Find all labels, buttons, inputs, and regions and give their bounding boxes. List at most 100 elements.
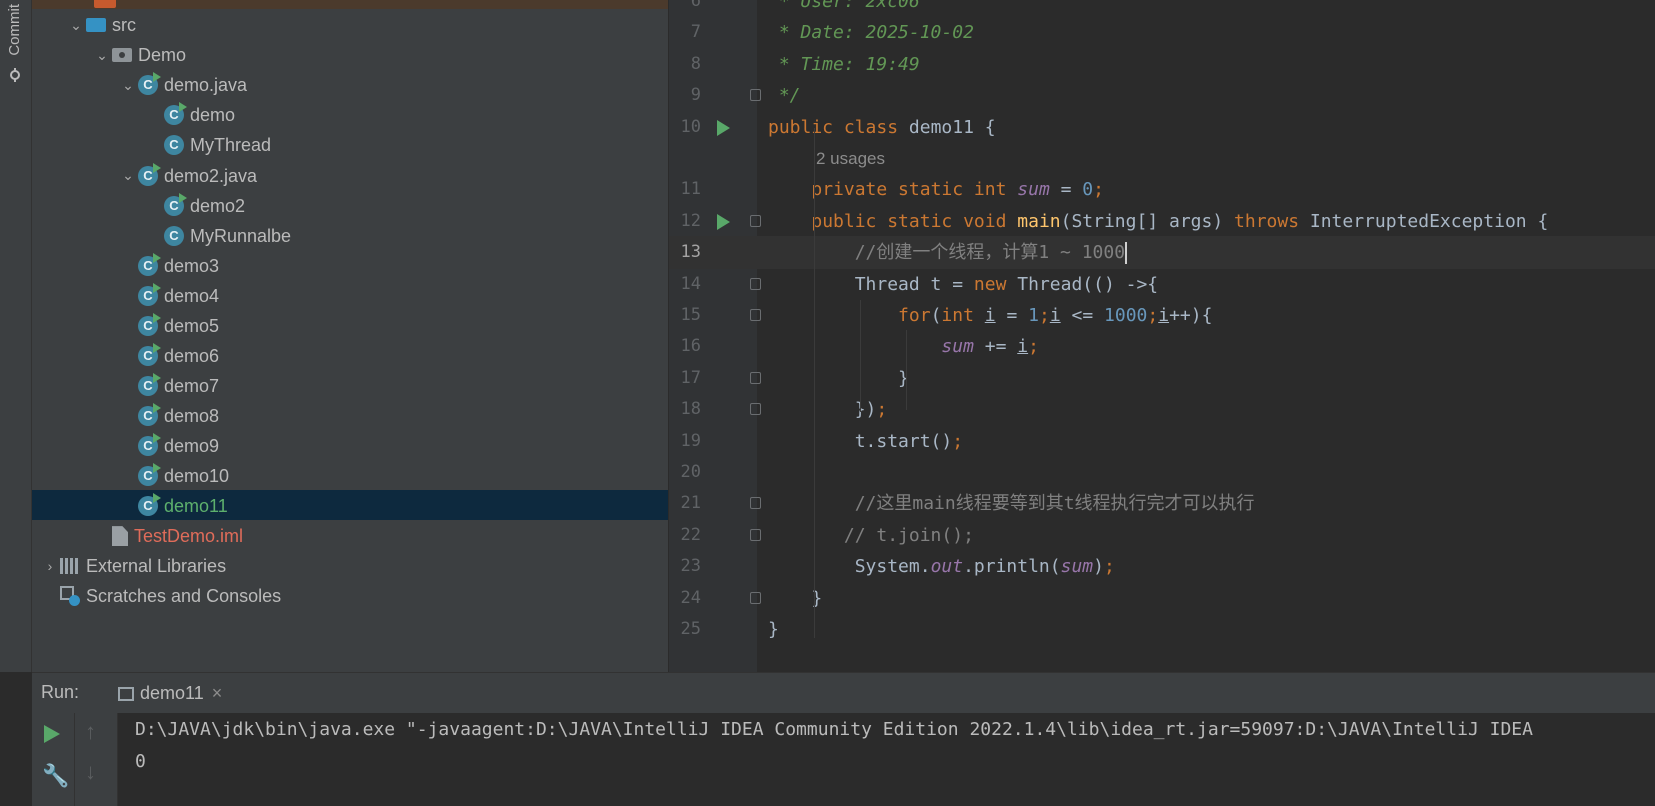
line-number: 25 — [680, 619, 701, 639]
code-line[interactable]: 24 } — [669, 582, 1655, 615]
tree-item-external-libraries[interactable]: › External Libraries — [32, 550, 668, 580]
code-line[interactable]: 20 — [669, 456, 1655, 489]
usages-hint[interactable]: 2 usages — [816, 142, 885, 175]
run-tab-demo11[interactable]: demo11 × — [108, 673, 232, 713]
chevron-down-icon[interactable]: ⌄ — [118, 70, 138, 100]
code-text: * User: 2xc06 — [768, 0, 920, 12]
line-number: 10 — [680, 116, 701, 137]
line-number: 11 — [680, 179, 701, 200]
fold-marker-icon[interactable] — [750, 528, 761, 541]
run-gutter-icon[interactable] — [717, 213, 730, 230]
code-line[interactable]: 13 //创建一个线程，计算1 ~ 1000 — [669, 236, 1655, 270]
tree-item-demo-java[interactable]: ⌄ Cdemo.java — [32, 69, 668, 99]
fold-marker-icon[interactable] — [750, 89, 761, 102]
tree-item-label: External Libraries — [86, 556, 227, 577]
tree-item-label: src — [112, 15, 136, 36]
chevron-down-icon[interactable]: ⌄ — [92, 40, 112, 70]
fold-marker-icon[interactable] — [750, 277, 761, 290]
fold-marker-icon[interactable] — [750, 214, 761, 227]
console-icon — [118, 687, 134, 702]
run-panel-header: Run: demo11 × — [32, 672, 1655, 714]
class-icon: C — [164, 225, 184, 246]
code-line[interactable]: 17 } — [669, 362, 1655, 395]
commit-tool-tab[interactable]: Commit — [6, 4, 23, 56]
code-text: * Time: 19:49 — [768, 53, 920, 75]
code-text: public class demo11 { — [768, 116, 996, 138]
fold-marker-icon[interactable] — [750, 309, 761, 321]
tree-item-demo[interactable]: Cdemo — [32, 99, 668, 129]
code-line[interactable]: 14 Thread t = new Thread(() ->{ — [669, 268, 1655, 301]
tree-item-label: demo8 — [164, 405, 220, 426]
line-number: 14 — [680, 273, 701, 294]
rerun-icon[interactable] — [44, 725, 60, 743]
tree-item-demo[interactable]: ⌄ Demo — [32, 39, 668, 69]
arrow-down-icon[interactable]: ↓ — [85, 759, 96, 785]
fold-marker-icon[interactable] — [750, 403, 761, 416]
code-editor[interactable]: 6 * User: 2xc06 7 * Date: 2025-10-02 8 * T… — [669, 0, 1655, 672]
run-toolbar-secondary: ↑ ↓ — [75, 713, 118, 806]
tree-item-myrunnalbe[interactable]: C MyRunnalbe — [32, 219, 668, 249]
code-text: Thread t = new Thread(() ->{ — [768, 273, 1159, 295]
code-line[interactable]: 11 private static int sum = 0; — [669, 173, 1655, 206]
code-line[interactable]: 12 public static void main(String[] args… — [669, 205, 1655, 238]
tree-item-label: demo5 — [164, 315, 220, 336]
usages-hint-row[interactable]: 2 usages — [669, 142, 1655, 175]
run-gutter-icon[interactable] — [717, 119, 730, 136]
code-line[interactable]: 16 sum += i; — [669, 330, 1655, 363]
fold-marker-icon[interactable] — [750, 497, 761, 510]
arrow-up-icon[interactable]: ↑ — [85, 719, 96, 745]
code-text: * Date: 2025-10-02 — [768, 22, 974, 44]
commit-icon — [10, 68, 20, 82]
tree-item-demo6[interactable]: Cdemo6 — [32, 340, 668, 370]
tree-item-label: demo7 — [164, 375, 220, 396]
code-line[interactable]: 18 }); — [669, 393, 1655, 426]
tree-item-mythread[interactable]: C MyThread — [32, 129, 668, 159]
run-console: 🔧 ↑ ↓ D:\JAVA\jdk\bin\java.exe "-javaage… — [32, 713, 1655, 806]
tree-item-src[interactable]: ⌄ src — [32, 9, 668, 39]
tree-item-demo4[interactable]: Cdemo4 — [32, 279, 668, 309]
runnable-class-icon: C — [138, 312, 161, 336]
fold-marker-icon[interactable] — [750, 371, 761, 384]
fold-marker-icon[interactable] — [750, 591, 761, 604]
code-line[interactable]: 23 System.out.println(sum); — [669, 550, 1655, 583]
close-icon[interactable]: × — [212, 683, 223, 703]
tree-item-label: demo — [190, 105, 236, 126]
chevron-down-icon[interactable]: ⌄ — [66, 10, 86, 40]
code-line[interactable]: 7 * Date: 2025-10-02 — [669, 16, 1655, 49]
tree-item-demo3[interactable]: Cdemo3 — [32, 249, 668, 279]
run-toolbar-primary: 🔧 — [32, 713, 75, 806]
code-line[interactable]: 6 * User: 2xc06 — [669, 0, 1655, 18]
code-line[interactable]: 21 //这里main线程要等到其t线程执行完才可以执行 — [669, 487, 1655, 520]
libraries-icon — [60, 558, 80, 575]
tree-item-demo2[interactable]: Cdemo2 — [32, 189, 668, 219]
chevron-right-icon[interactable]: › — [40, 551, 60, 581]
run-label: Run: — [41, 682, 80, 702]
chevron-down-icon[interactable]: ⌄ — [118, 160, 138, 190]
code-line[interactable]: 9 */ — [669, 79, 1655, 112]
tree-item-label: TestDemo.iml — [134, 526, 244, 547]
code-line[interactable]: 19 t.start(); — [669, 425, 1655, 458]
code-line[interactable]: 8 * Time: 19:49 — [669, 48, 1655, 81]
project-tree-panel: ⌄ src ⌄ Demo ⌄ Cdemo.java Cdemo C MyThread ⌄ Cdemo… — [32, 0, 668, 672]
code-line[interactable]: 15 for(int i = 1;i <= 1000;i++){ — [669, 299, 1655, 332]
tree-item-scratches-and-consoles[interactable]: Scratches and Consoles — [32, 580, 668, 610]
runnable-class-icon: C — [138, 252, 161, 276]
line-number: 13 — [680, 242, 701, 263]
tree-item-demo5[interactable]: Cdemo5 — [32, 310, 668, 340]
code-line[interactable]: 22 // t.join(); — [669, 519, 1655, 552]
line-number: 17 — [680, 367, 701, 388]
tree-item-demo2-java[interactable]: ⌄ Cdemo2.java — [32, 159, 668, 189]
tree-item-demo7[interactable]: Cdemo7 — [32, 370, 668, 400]
runnable-class-icon: C — [138, 342, 161, 366]
code-line[interactable]: 10 public class demo11 { — [669, 111, 1655, 144]
tree-item-demo9[interactable]: Cdemo9 — [32, 430, 668, 460]
tree-item-label: Demo — [138, 45, 187, 66]
line-number: 8 — [690, 53, 701, 74]
tree-item-demo10[interactable]: Cdemo10 — [32, 460, 668, 490]
wrench-icon[interactable]: 🔧 — [42, 763, 69, 789]
tree-item-testdemo-iml[interactable]: TestDemo.iml — [32, 520, 668, 550]
code-text: public static void main(String[] args) t… — [811, 210, 1549, 232]
tree-item-demo8[interactable]: Cdemo8 — [32, 400, 668, 430]
code-line[interactable]: 25} — [669, 613, 1655, 646]
tree-item-demo11[interactable]: Cdemo11 — [32, 489, 668, 520]
